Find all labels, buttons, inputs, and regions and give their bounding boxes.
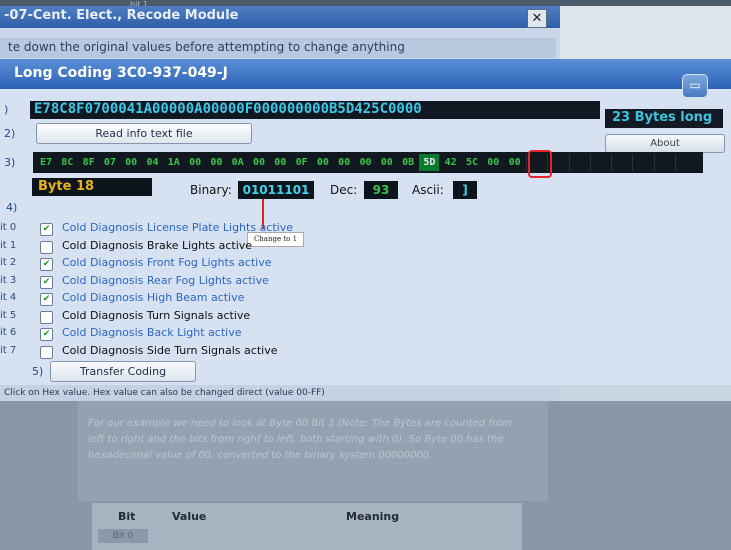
- ascii-label: Ascii:: [412, 183, 444, 197]
- bit-description[interactable]: Cold Diagnosis License Plate Lights acti…: [62, 221, 293, 234]
- about-button[interactable]: About: [605, 134, 725, 153]
- bit-checkbox[interactable]: [40, 345, 53, 359]
- window-menu-icon[interactable]: ▭: [682, 74, 708, 98]
- bit-label: it 7: [0, 344, 17, 356]
- table-header-meaning: Meaning: [346, 510, 400, 523]
- row-number-1: ): [4, 103, 9, 116]
- selected-byte-highlight: [528, 150, 552, 178]
- bit-checkbox[interactable]: ✔: [40, 223, 53, 236]
- byte-cell[interactable]: 0B: [398, 154, 418, 171]
- byte-cell[interactable]: 00: [185, 154, 205, 171]
- byte-cell[interactable]: 0F: [292, 154, 312, 171]
- empty-byte-cell: [632, 154, 652, 171]
- byte-cell[interactable]: 00: [121, 154, 141, 171]
- bit-label: it 0: [0, 222, 17, 233]
- row-number-3: 3): [4, 156, 16, 169]
- bit-table: [92, 503, 522, 550]
- check-icon: ✔: [42, 294, 51, 304]
- byte-cell[interactable]: 00: [483, 154, 503, 171]
- byte-cell[interactable]: 8F: [79, 154, 99, 171]
- bit-checkbox[interactable]: ✔: [40, 258, 53, 271]
- right-pane: [560, 6, 731, 64]
- byte-cell[interactable]: 00: [270, 154, 290, 171]
- bit-label: it 3: [0, 274, 17, 286]
- document-text: For our example we need to look at Byte …: [88, 418, 512, 461]
- bit-label: it 1: [0, 239, 17, 251]
- bit-description[interactable]: Cold Diagnosis High Beam active: [62, 291, 244, 304]
- byte-cell[interactable]: 8C: [57, 154, 77, 171]
- status-bar: Click on Hex value. Hex value can also b…: [0, 385, 560, 401]
- window-title: Long Coding 3C0-937-049-J: [14, 65, 228, 81]
- background-window-title: -07-Cent. Elect., Recode Module: [4, 8, 239, 23]
- table-header-bit: Bit: [118, 510, 136, 523]
- check-icon: ✔: [42, 329, 51, 339]
- read-info-button[interactable]: Read info text file: [36, 123, 252, 144]
- byte-cell[interactable]: 00: [356, 154, 376, 171]
- byte-cell[interactable]: 07: [100, 154, 120, 171]
- status-bar-right: [560, 385, 731, 401]
- bit-label: it 4: [0, 292, 17, 303]
- selected-byte-label: Byte 18: [32, 178, 152, 196]
- byte-cell[interactable]: 1A: [164, 154, 184, 171]
- byte-cell[interactable]: E7: [36, 154, 56, 171]
- bit-checkbox[interactable]: ✔: [40, 293, 53, 306]
- bit-description[interactable]: Cold Diagnosis Side Turn Signals active: [62, 344, 277, 357]
- byte-cell[interactable]: 00: [249, 154, 269, 171]
- byte-cell[interactable]: 42: [441, 154, 461, 171]
- byte-cell[interactable]: 00: [377, 154, 397, 171]
- annotation-note: Change to 1: [247, 232, 304, 247]
- empty-byte-cell: [568, 154, 589, 171]
- byte-cell[interactable]: 5D: [419, 154, 440, 171]
- close-icon[interactable]: ✕: [527, 9, 547, 28]
- background-subtitle: te down the original values before attem…: [8, 40, 405, 54]
- bit-label: it 6: [0, 327, 17, 338]
- table-header-value: Value: [172, 510, 207, 523]
- empty-byte-cell: [675, 154, 695, 171]
- byte-cell[interactable]: 00: [313, 154, 333, 171]
- bit-label: it 5: [0, 309, 17, 321]
- coding-hex-value: E78C8F0700041A00000A00000F000000000B5D42…: [34, 101, 422, 117]
- byte-cell[interactable]: 00: [334, 154, 354, 171]
- byte-cell[interactable]: 00: [206, 154, 226, 171]
- bit-description[interactable]: Cold Diagnosis Front Fog Lights active: [62, 256, 272, 269]
- bit-description[interactable]: Cold Diagnosis Back Light active: [62, 326, 242, 339]
- byte-cell[interactable]: 5C: [462, 154, 482, 171]
- binary-label: Binary:: [190, 183, 232, 197]
- bit-checkbox[interactable]: ✔: [40, 328, 53, 341]
- empty-byte-cell: [653, 154, 674, 171]
- bit-checkbox[interactable]: ✔: [40, 275, 53, 289]
- check-icon: ✔: [42, 276, 51, 287]
- binary-value: 01011101: [238, 181, 314, 199]
- table-cell: Bit 0: [98, 529, 148, 543]
- bytes-long-label: 23 Bytes long: [612, 110, 713, 125]
- row-number-5: 5): [32, 365, 44, 378]
- check-icon: ✔: [42, 224, 51, 234]
- bit-checkbox[interactable]: [40, 310, 53, 324]
- transfer-coding-button[interactable]: Transfer Coding: [50, 361, 196, 382]
- row-number-4: 4): [6, 201, 18, 214]
- check-icon: ✔: [42, 259, 51, 269]
- empty-byte-cell: [589, 154, 610, 171]
- bit-description[interactable]: Cold Diagnosis Turn Signals active: [62, 309, 250, 322]
- bit-description[interactable]: Cold Diagnosis Rear Fog Lights active: [62, 274, 269, 287]
- bit-label: it 2: [0, 257, 17, 268]
- dec-label: Dec:: [330, 183, 358, 197]
- bit-checkbox[interactable]: [40, 240, 53, 254]
- byte-cell[interactable]: 0A: [228, 154, 248, 171]
- empty-byte-cell: [611, 154, 631, 171]
- row-number-2: 2): [4, 127, 16, 140]
- byte-cell[interactable]: 04: [143, 154, 163, 171]
- bit-description[interactable]: Cold Diagnosis Brake Lights active: [62, 239, 252, 252]
- byte-cell[interactable]: 00: [505, 154, 525, 171]
- dec-value: 93: [364, 181, 398, 199]
- ascii-value: ]: [453, 181, 477, 199]
